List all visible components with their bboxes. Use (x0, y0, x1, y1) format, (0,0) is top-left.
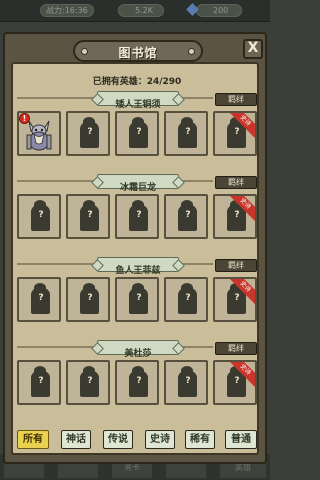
hero-slot-locked[interactable]: ? (115, 194, 159, 239)
divider (17, 346, 97, 348)
filter-all[interactable]: 所有 (17, 430, 49, 449)
hero-section: 鱼人王菲兹 羁绊 ? ? ? ? ? 史诗 (17, 255, 257, 327)
section-name-plate: 美杜莎 (97, 340, 179, 359)
hero-slot-locked[interactable]: ? (164, 194, 208, 239)
hero-slot-locked[interactable]: ? (17, 194, 61, 239)
hero-slot-locked[interactable]: ? (66, 194, 110, 239)
section-header: 鱼人王菲兹 羁绊 (17, 255, 257, 276)
hero-slots: ! ? ? ? ? 史诗 (17, 111, 257, 159)
filter-legendary[interactable]: 传说 (103, 430, 133, 449)
rivet-icon (81, 48, 88, 55)
hero-list[interactable]: 矮人王铜须 羁绊 ! ? ? ? ? 史诗 冰霜巨龙 羁绊 ? ? ? ? ? … (17, 89, 257, 454)
unknown-mark: ? (38, 210, 44, 220)
hero-slot-locked[interactable]: ? (17, 277, 61, 322)
hero-slot-locked[interactable]: ? 史诗 (213, 277, 257, 322)
divider (17, 263, 97, 265)
hero-section: 冰霜巨龙 羁绊 ? ? ? ? ? 史诗 (17, 172, 257, 244)
unknown-mark: ? (136, 293, 142, 303)
owned-label: 已拥有英雄： (92, 77, 147, 87)
unknown-mark: ? (87, 210, 93, 220)
coin-display: 5.2K (118, 4, 164, 17)
section-header: 冰霜巨龙 羁绊 (17, 172, 257, 193)
unknown-mark: ? (185, 210, 191, 220)
hero-slot-locked[interactable]: ? (164, 111, 208, 156)
unknown-mark: ? (185, 376, 191, 386)
section-header: 矮人王铜须 羁绊 (17, 89, 257, 110)
section-name-plate: 矮人王铜须 (97, 91, 179, 110)
hero-section: 矮人王铜须 羁绊 ! ? ? ? ? 史诗 (17, 89, 257, 161)
bond-button[interactable]: 羁绊 (215, 176, 257, 189)
unknown-mark: ? (38, 293, 44, 303)
top-status-bar: 战力:16:36 5.2K 200 (0, 0, 270, 22)
hero-slots: ? ? ? ? ? 史诗 (17, 277, 257, 325)
hero-slot-locked[interactable]: ? (115, 277, 159, 322)
owned-count: 24/290 (146, 77, 182, 87)
rivet-icon (188, 48, 195, 55)
library-panel: 图书馆 X 已拥有英雄：24/290 矮人王铜须 羁绊 ! ? ? ? ? 史诗… (3, 32, 267, 464)
unknown-mark: ? (38, 376, 44, 386)
gem-display: 200 (196, 4, 242, 17)
unknown-mark: ? (136, 127, 142, 137)
hero-slot-locked[interactable]: ? (66, 360, 110, 405)
section-name: 冰霜巨龙 (119, 183, 156, 193)
hero-slot-locked[interactable]: ? 史诗 (213, 111, 257, 156)
power-display: 战力:16:36 (40, 4, 94, 17)
hero-slot-owned[interactable]: ! (17, 111, 61, 156)
section-name: 鱼人王菲兹 (115, 266, 161, 276)
hero-slot-locked[interactable]: ? (164, 277, 208, 322)
filter-mythic[interactable]: 神话 (61, 430, 91, 449)
section-name: 美杜莎 (124, 349, 152, 359)
hero-slot-locked[interactable]: ? (66, 111, 110, 156)
owned-heroes: 已拥有英雄：24/290 (5, 74, 269, 87)
title-plate: 图书馆 (73, 40, 203, 62)
section-header: 美杜莎 羁绊 (17, 338, 257, 359)
filter-epic[interactable]: 史诗 (145, 430, 175, 449)
hero-section: 美杜莎 羁绊 ? ? ? ? ? 史诗 (17, 338, 257, 410)
hero-slot-locked[interactable]: ? (164, 360, 208, 405)
unknown-mark: ? (136, 376, 142, 386)
section-name: 矮人王铜须 (115, 100, 161, 110)
bond-button[interactable]: 羁绊 (215, 259, 257, 272)
bond-button[interactable]: 羁绊 (215, 342, 257, 355)
unknown-mark: ? (185, 127, 191, 137)
hero-slot-locked[interactable]: ? (17, 360, 61, 405)
hero-slots: ? ? ? ? ? 史诗 (17, 194, 257, 242)
new-alert-badge: ! (19, 113, 30, 124)
unknown-mark: ? (87, 127, 93, 137)
hero-slot-locked[interactable]: ? (115, 111, 159, 156)
filter-common[interactable]: 普通 (225, 430, 257, 449)
hero-slot-locked[interactable]: ? 史诗 (213, 194, 257, 239)
bond-button[interactable]: 羁绊 (215, 93, 257, 106)
divider (17, 97, 97, 99)
unknown-mark: ? (87, 293, 93, 303)
section-name-plate: 鱼人王菲兹 (97, 257, 179, 276)
hero-slot-locked[interactable]: ? 史诗 (213, 360, 257, 405)
unknown-mark: ? (185, 293, 191, 303)
divider (17, 180, 97, 182)
hero-slots: ? ? ? ? ? 史诗 (17, 360, 257, 408)
hero-slot-locked[interactable]: ? (66, 277, 110, 322)
unknown-mark: ? (136, 210, 142, 220)
unknown-mark: ? (87, 376, 93, 386)
filter-rare[interactable]: 稀有 (185, 430, 215, 449)
page-title: 图书馆 (118, 46, 158, 60)
section-name-plate: 冰霜巨龙 (97, 174, 179, 193)
rarity-filter-bar: 所有 神话 传说 史诗 稀有 普通 (17, 430, 263, 452)
hero-slot-locked[interactable]: ? (115, 360, 159, 405)
close-button[interactable]: X (243, 39, 263, 59)
